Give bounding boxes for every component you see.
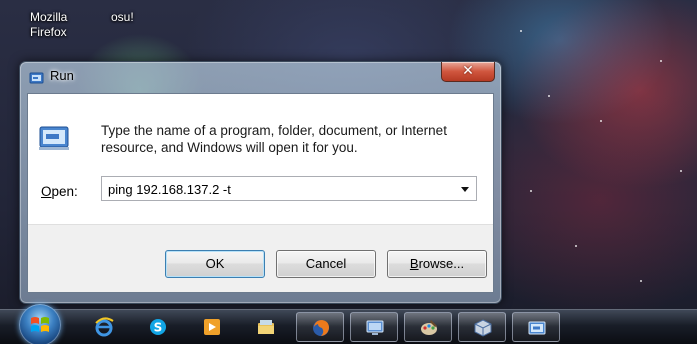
open-label-rest: pen: [51, 184, 78, 199]
open-combobox[interactable] [101, 176, 477, 201]
run-program-icon [39, 126, 69, 150]
open-input[interactable] [108, 181, 438, 197]
taskbar-item-media-player[interactable] [188, 312, 236, 342]
star [640, 280, 642, 282]
taskbar-item-firefox[interactable] [296, 312, 344, 342]
start-button[interactable] [19, 304, 61, 344]
star [660, 60, 662, 62]
close-icon: ✕ [462, 63, 474, 79]
taskbar-item-run[interactable] [512, 312, 560, 342]
paint-icon [421, 320, 437, 335]
taskbar-item-windows-explorer[interactable] [242, 312, 290, 342]
window-title: Run [50, 68, 74, 83]
remote-desktop-icon [366, 320, 384, 335]
cancel-button[interactable]: Cancel [276, 250, 376, 278]
taskbar-item-skype[interactable]: S [134, 312, 182, 342]
internet-explorer-icon [95, 317, 114, 337]
run-icon [528, 321, 546, 335]
title-bar[interactable]: Run ✕ [20, 62, 501, 92]
browse-label-rest: rowse... [418, 256, 465, 271]
taskbar-item-remote-desktop[interactable] [350, 312, 398, 342]
ok-button[interactable]: OK [165, 250, 265, 278]
run-dialog: Run ✕ Type the name of a program, folder… [19, 61, 502, 304]
taskbar-item-paint[interactable] [404, 312, 452, 342]
close-button[interactable]: ✕ [441, 62, 495, 82]
star [548, 95, 550, 97]
desktop-icon-firefox-label[interactable]: Mozilla Firefox [30, 10, 90, 40]
virtualbox-icon [474, 319, 492, 337]
chevron-down-icon[interactable] [457, 181, 473, 197]
open-label-accel: O [41, 184, 52, 199]
windows-logo-icon [31, 317, 49, 332]
dialog-body: Type the name of a program, folder, docu… [27, 93, 494, 293]
taskbar-item-virtualbox[interactable] [458, 312, 506, 342]
run-instructions: Type the name of a program, folder, docu… [101, 123, 447, 155]
star [600, 120, 602, 122]
run-title-icon [29, 72, 44, 84]
star [520, 30, 522, 32]
browse-accel: B [409, 256, 419, 271]
star [575, 245, 577, 247]
star [530, 190, 532, 192]
media-player-icon [204, 319, 220, 335]
taskbar-item-internet-explorer[interactable] [80, 312, 128, 342]
browse-button[interactable]: Browse... [387, 250, 487, 278]
star [680, 170, 682, 172]
firefox-icon [313, 320, 329, 336]
svg-text:S: S [154, 321, 163, 335]
desktop-icon-osu-label[interactable]: osu! [111, 10, 134, 25]
windows-explorer-icon [258, 320, 274, 334]
skype-icon: S [150, 319, 166, 335]
open-label: Open: [41, 184, 78, 199]
